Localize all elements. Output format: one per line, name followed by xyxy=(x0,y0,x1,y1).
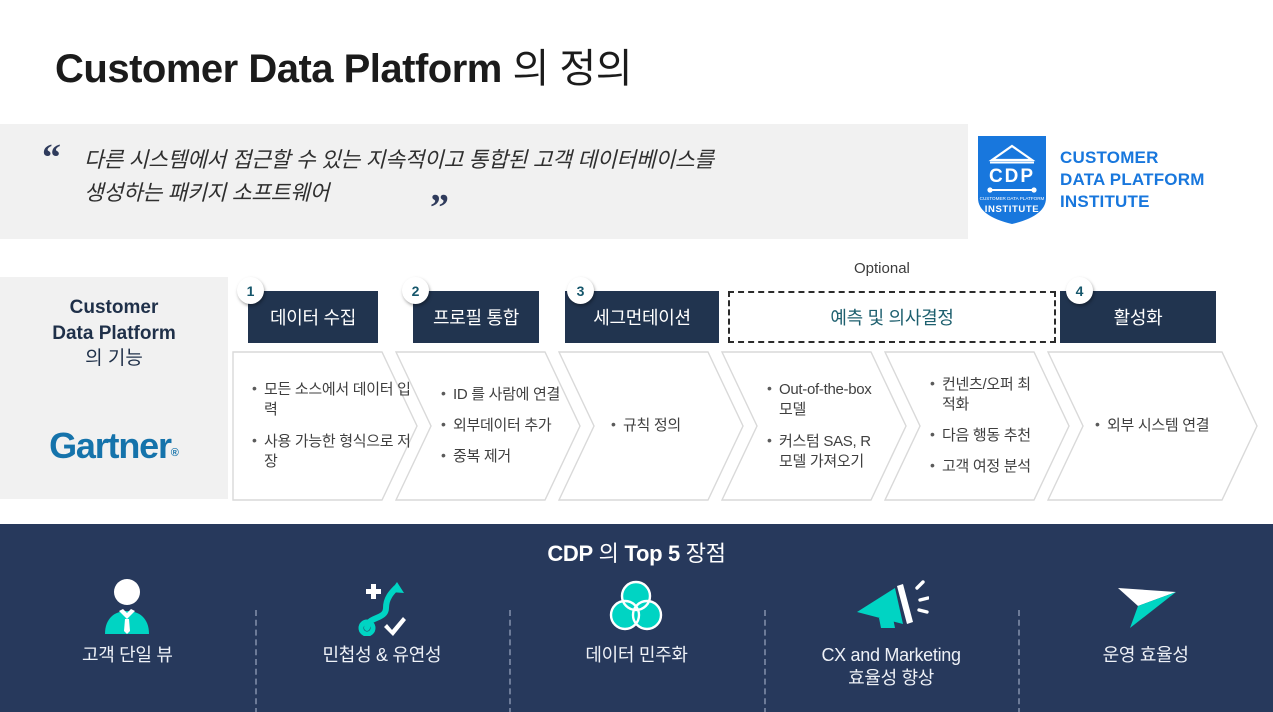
benefit-single-customer-view[interactable]: 고객 단일 뷰 xyxy=(0,576,255,712)
benefits-banner: CDP 의 Top 5 장점 고객 단일 뷰 민첩성 & 유연성 데이터 민주화… xyxy=(0,524,1273,712)
list-item: 외부 시스템 연결 xyxy=(1095,415,1215,436)
quote-open-mark: “ xyxy=(42,137,61,179)
step-number-3: 3 xyxy=(567,277,594,304)
benefit-label-line1: CX and Marketing xyxy=(821,645,961,665)
benefit-agility-flexibility[interactable]: 민첩성 & 유연성 xyxy=(254,576,510,712)
chevron-list-1: 모든 소스에서 데이터 입력 사용 가능한 형식으로 저장 xyxy=(252,379,418,473)
quote-text: 다른 시스템에서 접근할 수 있는 지속적이고 통합된 고객 데이터베이스를 생… xyxy=(84,144,964,211)
chevron-list-6: 외부 시스템 연결 xyxy=(1095,415,1215,436)
megaphone-icon xyxy=(853,576,930,638)
cdpi-line-3: INSTITUTE xyxy=(1060,192,1150,212)
left-label-panel: Customer Data Platform 의 기능 Gartner® xyxy=(0,277,228,499)
list-item: ID 를 사람에 연결 xyxy=(441,384,560,405)
chevron-list-3: 규칙 정의 xyxy=(611,415,681,436)
page-title-en: Customer Data Platform xyxy=(55,47,502,91)
step-number-2: 2 xyxy=(402,277,429,304)
left-title-line2: Data Platform xyxy=(52,322,176,344)
banner-title-kr1: 의 xyxy=(592,541,625,566)
benefit-cx-marketing[interactable]: CX and Marketing 효율성 향상 xyxy=(763,576,1019,712)
chevron-cell-4: Out-of-the-box 모델 커스텀 SAS, R 모델 가져오기 xyxy=(721,351,907,501)
cdp-institute-logo: CDP CUSTOMER DATA PLATFORM INSTITUTE CUS… xyxy=(978,136,1205,224)
optional-label: Optional xyxy=(854,260,910,277)
chevron-list-2: ID 를 사람에 연결 외부데이터 추가 중복 제거 xyxy=(441,384,560,468)
benefits-list: 고객 단일 뷰 민첩성 & 유연성 데이터 민주화 CX and Marketi… xyxy=(0,576,1273,712)
list-item: Out-of-the-box 모델 xyxy=(767,379,877,421)
person-tie-icon xyxy=(97,576,157,638)
benefit-label: 민첩성 & 유연성 xyxy=(322,645,442,665)
svg-text:INSTITUTE: INSTITUTE xyxy=(985,204,1039,215)
list-item: 규칙 정의 xyxy=(611,415,681,436)
page-title-kr: 의 정의 xyxy=(501,47,633,91)
step-number-4: 4 xyxy=(1066,277,1093,304)
chevron-cell-5: 컨넨츠/오퍼 최적화 다음 행동 추천 고객 여정 분석 xyxy=(884,351,1070,501)
slide: Customer Data Platform 의 정의 “ 다른 시스템에서 접… xyxy=(0,0,1273,712)
left-title-line1: Customer xyxy=(69,297,159,318)
gartner-wordmark: Gartner xyxy=(49,425,172,466)
list-item: 중복 제거 xyxy=(441,446,560,467)
paper-plane-icon xyxy=(1108,576,1184,638)
banner-title-cdp: CDP xyxy=(547,541,593,566)
chevron-cell-6: 외부 시스템 연결 xyxy=(1047,351,1258,501)
quote-close-mark: ” xyxy=(430,187,449,229)
chevron-list-5: 컨넨츠/오퍼 최적화 다음 행동 추천 고객 여정 분석 xyxy=(930,374,1042,478)
left-title-line3: 의 기능 xyxy=(85,348,143,370)
cdpi-line-2: DATA PLATFORM xyxy=(1060,169,1205,189)
cdpi-line-1: CUSTOMER xyxy=(1060,147,1159,167)
step-header-optional[interactable]: 예측 및 의사결정 xyxy=(728,291,1056,343)
benefit-label: 데이터 민주화 xyxy=(585,645,688,665)
benefits-banner-title: CDP 의 Top 5 장점 xyxy=(0,536,1273,568)
svg-text:CDP: CDP xyxy=(989,166,1035,187)
benefit-label: 운영 효율성 xyxy=(1102,645,1189,665)
page-title: Customer Data Platform 의 정의 xyxy=(55,36,633,94)
step-number-1: 1 xyxy=(237,277,264,304)
chevron-cell-3: 규칙 정의 xyxy=(558,351,744,501)
svg-text:CUSTOMER DATA PLATFORM: CUSTOMER DATA PLATFORM xyxy=(980,196,1045,201)
benefit-data-democratization[interactable]: 데이터 민주화 xyxy=(509,576,764,712)
list-item: 외부데이터 추가 xyxy=(441,415,560,436)
gartner-logo: Gartner® xyxy=(0,425,228,467)
cdp-institute-wordmark: CUSTOMER DATA PLATFORM INSTITUTE xyxy=(1060,147,1205,213)
list-item: 컨넨츠/오퍼 최적화 xyxy=(930,374,1042,416)
cdp-shield-icon: CDP CUSTOMER DATA PLATFORM INSTITUTE xyxy=(978,136,1046,224)
benefit-operational-efficiency[interactable]: 운영 효율성 xyxy=(1018,576,1273,712)
benefit-label: CX and Marketing 효율성 향상 xyxy=(821,644,961,690)
list-item: 모든 소스에서 데이터 입력 xyxy=(252,379,418,421)
venn-diagram-icon xyxy=(606,576,666,638)
chevron-cell-2: ID 를 사람에 연결 외부데이터 추가 중복 제거 xyxy=(395,351,581,501)
list-item: 고객 여정 분석 xyxy=(930,456,1042,477)
left-panel-title: Customer Data Platform 의 기능 xyxy=(0,295,228,372)
banner-title-kr2: 장점 xyxy=(679,541,726,566)
flexible-path-icon xyxy=(352,576,412,638)
list-item: 사용 가능한 형식으로 저장 xyxy=(252,431,418,473)
banner-title-top5: Top 5 xyxy=(624,541,680,566)
chevron-list-4: Out-of-the-box 모델 커스텀 SAS, R 모델 가져오기 xyxy=(767,379,877,473)
chevron-cell-1: 모든 소스에서 데이터 입력 사용 가능한 형식으로 저장 xyxy=(232,351,418,501)
benefit-label-line2: 효율성 향상 xyxy=(848,668,935,689)
benefit-label: 고객 단일 뷰 xyxy=(81,645,173,665)
quote-line-1: 다른 시스템에서 접근할 수 있는 지속적이고 통합된 고객 데이터베이스를 xyxy=(84,148,714,172)
list-item: 다음 행동 추천 xyxy=(930,425,1042,446)
list-item: 커스텀 SAS, R 모델 가져오기 xyxy=(767,431,877,473)
step-header-1[interactable]: 데이터 수집 xyxy=(248,291,378,343)
step-header-2[interactable]: 프로필 통합 xyxy=(413,291,539,343)
gartner-registered-mark: ® xyxy=(170,447,179,459)
quote-line-2: 생성하는 패키지 소프트웨어 xyxy=(84,181,330,206)
